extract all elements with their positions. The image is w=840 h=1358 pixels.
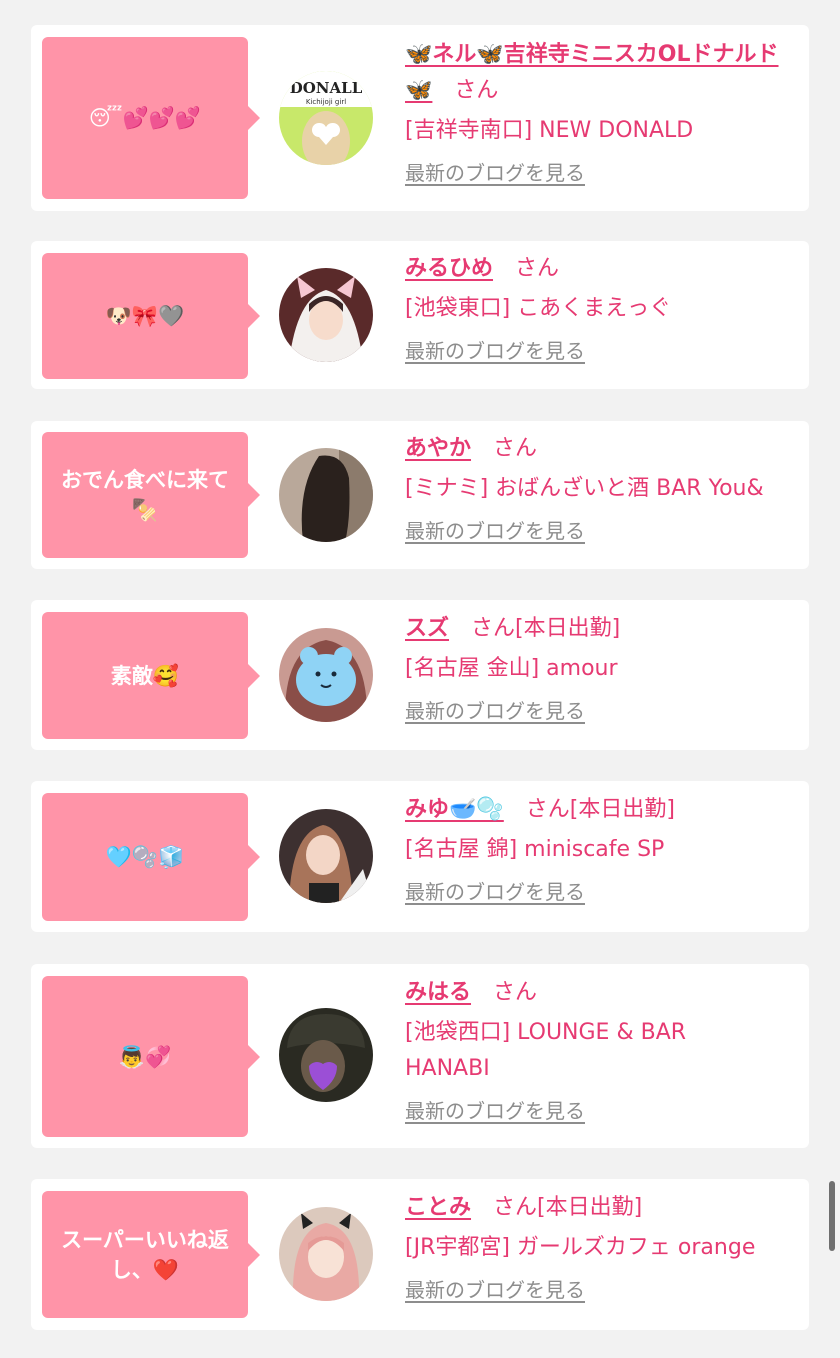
post-info: みはる さん [池袋西口] LOUNGE & BAR HANABI 最新のブログを… <box>405 975 801 1125</box>
post-info: みゆ🥣🫧 さん[本日出勤] [名古屋 錦] miniscafe SP 最新のブログ… <box>405 792 801 906</box>
latest-blog-link[interactable]: 最新のブログを見る <box>405 159 585 187</box>
comment-bubble: 👼💞 <box>42 976 260 1137</box>
name-line: ことみ さん[本日出勤] <box>405 1190 801 1226</box>
girl-name-link[interactable]: ことみ <box>405 1195 471 1220</box>
shop-name[interactable]: [ミナミ] おばんざいと酒 BAR You& <box>405 471 801 507</box>
comment-text: 🩵🫧🧊 <box>105 845 185 869</box>
girl-name-link[interactable]: あやか <box>405 436 471 461</box>
list-item: 🩵🫧🧊 みゆ🥣🫧 さん[本日出勤] [名古屋 錦] miniscafe SP 最新… <box>31 781 809 932</box>
avatar-subcaption: Kichijoji girl <box>306 98 346 106</box>
comment-bubble: おでん食べに来て🍢 <box>42 432 260 558</box>
shop-name[interactable]: [池袋東口] こあくまえっぐ <box>405 291 801 327</box>
shop-name[interactable]: [JR宇都宮] ガールズカフェ orange <box>405 1230 801 1266</box>
list-item: 素敵🥰 スズ さん[本日出勤] [名古屋 金山] amour 最新のブログを見る <box>31 600 809 750</box>
avatar[interactable] <box>279 268 373 362</box>
honorific: さん[本日出勤] <box>525 797 675 822</box>
girl-name-link[interactable]: スズ <box>405 616 449 641</box>
name-line: あやか さん <box>405 431 801 467</box>
avatar[interactable] <box>279 1207 373 1301</box>
avatar-image <box>279 268 373 362</box>
comment-text: 👼💞 <box>118 1044 172 1069</box>
avatar-image <box>279 628 373 722</box>
avatar[interactable] <box>279 448 373 542</box>
comment-text: 素敵🥰 <box>110 663 180 688</box>
comment-bubble: 素敵🥰 <box>42 612 260 739</box>
avatar[interactable] <box>279 628 373 722</box>
girl-name-link[interactable]: みゆ🥣🫧 <box>405 797 504 822</box>
avatar[interactable]: DONALL Kichijoji girl <box>279 71 373 165</box>
latest-blog-link[interactable]: 最新のブログを見る <box>405 1276 585 1304</box>
post-info: 🦋ネル🦋吉祥寺ミニスカOLドナルド🦋 さん [吉祥寺南口] NEW DONALD … <box>405 37 801 187</box>
avatar-image <box>279 1008 373 1102</box>
name-line: 🦋ネル🦋吉祥寺ミニスカOLドナルド🦋 さん <box>405 37 801 109</box>
shop-name[interactable]: [吉祥寺南口] NEW DONALD <box>405 113 801 149</box>
honorific: さん[本日出勤] <box>471 616 621 641</box>
post-info: ことみ さん[本日出勤] [JR宇都宮] ガールズカフェ orange 最新のブロ… <box>405 1190 801 1304</box>
girl-name-link[interactable]: みるひめ <box>405 256 493 281</box>
post-info: みるひめ さん [池袋東口] こあくまえっぐ 最新のブログを見る <box>405 251 801 365</box>
honorific: さん <box>454 78 499 103</box>
avatar[interactable] <box>279 809 373 903</box>
list-item: スーパーいいね返し、❤️ ことみ さん[本日出勤] [JR宇都宮] ガールズカフェ… <box>31 1179 809 1330</box>
comment-text: 🐶🎀🩶 <box>105 304 185 328</box>
shop-name[interactable]: [名古屋 錦] miniscafe SP <box>405 832 801 868</box>
honorific: さん[本日出勤] <box>493 1195 643 1220</box>
name-line: みるひめ さん <box>405 251 801 287</box>
latest-blog-link[interactable]: 最新のブログを見る <box>405 878 585 906</box>
comment-bubble: スーパーいいね返し、❤️ <box>42 1191 260 1318</box>
honorific: さん <box>493 436 538 461</box>
name-line: スズ さん[本日出勤] <box>405 611 801 647</box>
avatar-image: DONALL Kichijoji girl <box>279 71 373 165</box>
latest-blog-link[interactable]: 最新のブログを見る <box>405 517 585 545</box>
post-info: スズ さん[本日出勤] [名古屋 金山] amour 最新のブログを見る <box>405 611 801 725</box>
avatar-image <box>279 1207 373 1301</box>
name-line: みゆ🥣🫧 さん[本日出勤] <box>405 792 801 828</box>
comment-bubble: 🐶🎀🩶 <box>42 253 260 379</box>
comment-text: おでん食べに来て🍢 <box>61 468 229 522</box>
latest-blog-link[interactable]: 最新のブログを見る <box>405 1097 585 1125</box>
name-line: みはる さん <box>405 975 801 1011</box>
comment-text: スーパーいいね返し、❤️ <box>61 1227 229 1282</box>
shop-name[interactable]: [名古屋 金山] amour <box>405 651 801 687</box>
latest-blog-link[interactable]: 最新のブログを見る <box>405 337 585 365</box>
comment-bubble: 😴💕💕💕 <box>42 37 260 199</box>
avatar-image <box>279 448 373 542</box>
girl-name-link[interactable]: みはる <box>405 980 471 1005</box>
list-item: おでん食べに来て🍢 あやか さん [ミナミ] おばんざいと酒 BAR You& 最… <box>31 421 809 569</box>
post-info: あやか さん [ミナミ] おばんざいと酒 BAR You& 最新のブログを見る <box>405 431 801 545</box>
list-item: 😴💕💕💕 DONALL Kichijoji girl 🦋ネル🦋吉祥寺ミニスカOL… <box>31 25 809 211</box>
honorific: さん <box>515 256 560 281</box>
latest-blog-link[interactable]: 最新のブログを見る <box>405 697 585 725</box>
comment-bubble: 🩵🫧🧊 <box>42 793 260 921</box>
avatar[interactable] <box>279 1008 373 1102</box>
avatar-caption: DONALL <box>290 79 363 97</box>
honorific: さん <box>493 980 538 1005</box>
shop-name[interactable]: [池袋西口] LOUNGE & BAR HANABI <box>405 1015 735 1087</box>
avatar-image <box>279 809 373 903</box>
list-item: 🐶🎀🩶 みるひめ さん [池袋東口] こあくまえっぐ 最新のブログを見る <box>31 241 809 389</box>
comment-text: 😴💕💕💕 <box>88 106 202 130</box>
scrollbar[interactable] <box>829 1181 835 1251</box>
list-item: 👼💞 みはる さん [池袋西口] LOUNGE & BAR HANABI 最新のブ… <box>31 964 809 1148</box>
